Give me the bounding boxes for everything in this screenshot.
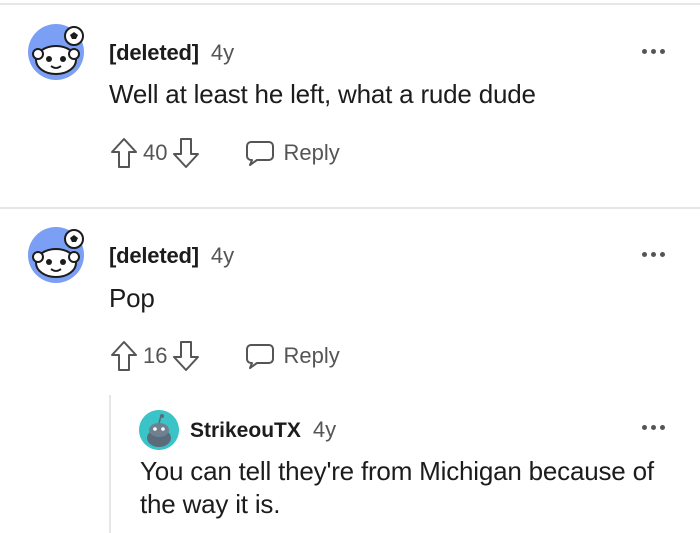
more-options-button[interactable] <box>642 425 665 430</box>
more-dot <box>642 49 647 54</box>
comment: [deleted] 4y Well at least he left, what… <box>0 0 700 205</box>
thread-line[interactable] <box>109 395 111 533</box>
reply-button[interactable]: Reply <box>245 138 340 168</box>
comment-body: Pop <box>109 283 155 313</box>
more-dot <box>660 252 665 257</box>
reply-button[interactable]: Reply <box>245 341 340 371</box>
more-dot <box>651 49 656 54</box>
comment-actions: 40 Reply <box>109 133 340 173</box>
more-dot <box>642 425 647 430</box>
vote-score: 40 <box>143 140 168 165</box>
comment-age: 4y <box>210 243 235 268</box>
speech-bubble-icon <box>246 141 275 166</box>
comment-author[interactable]: [deleted] <box>109 243 199 269</box>
snoo-avatar-graphic <box>139 410 179 450</box>
more-dot <box>660 49 665 54</box>
reply-label: Reply <box>283 140 340 165</box>
comment-age: 4y <box>312 417 337 442</box>
speech-bubble-icon <box>246 344 275 369</box>
comment-author[interactable]: StrikeouTX <box>190 419 301 443</box>
more-dot <box>651 425 656 430</box>
comment-author[interactable]: [deleted] <box>109 40 199 66</box>
reply-label: Reply <box>283 343 340 368</box>
snoo-soccer-avatar-icon[interactable] <box>28 227 84 283</box>
snoo-avatar-icon[interactable] <box>139 410 179 450</box>
comment-actions: 16 Reply <box>109 336 340 376</box>
more-options-button[interactable] <box>642 252 665 257</box>
arrow-down-icon[interactable] <box>171 339 201 373</box>
comment-body: You can tell they're from Michigan becau… <box>140 456 654 519</box>
arrow-down-icon[interactable] <box>171 136 201 170</box>
comment: [deleted] 4y Pop 16 Reply StrikeouTX 4y … <box>0 209 700 533</box>
arrow-up-icon[interactable] <box>109 339 139 373</box>
snoo-soccer-avatar-icon[interactable] <box>28 24 84 80</box>
comment-age: 4y <box>210 40 235 65</box>
comment-body: Well at least he left, what a rude dude <box>109 79 536 109</box>
more-dot <box>660 425 665 430</box>
more-options-button[interactable] <box>642 49 665 54</box>
more-dot <box>651 252 656 257</box>
more-dot <box>642 252 647 257</box>
vote-score: 16 <box>143 343 168 368</box>
arrow-up-icon[interactable] <box>109 136 139 170</box>
